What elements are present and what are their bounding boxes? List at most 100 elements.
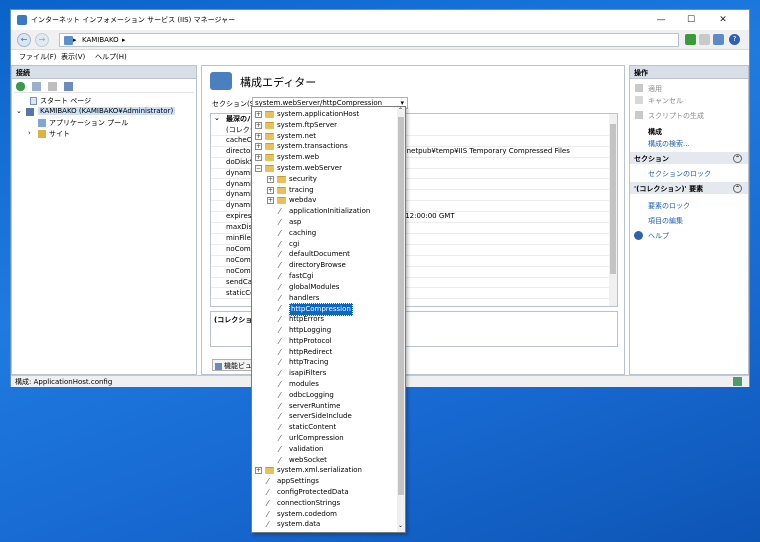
go-icon[interactable] bbox=[685, 34, 696, 45]
collapse-arrow-icon[interactable]: ⌄ bbox=[16, 107, 22, 115]
dropdown-item[interactable]: + system.xml.serialization bbox=[252, 465, 396, 476]
item-label: system.ftpServer bbox=[277, 120, 338, 129]
dropdown-item[interactable]: + security bbox=[252, 174, 396, 185]
grid-scrollbar[interactable] bbox=[609, 114, 617, 306]
dropdown-item[interactable]: ⁄ handlers bbox=[252, 293, 396, 304]
apply-action[interactable]: 適用 bbox=[648, 84, 662, 94]
save-icon[interactable] bbox=[32, 82, 41, 91]
expand-icon[interactable]: + bbox=[255, 111, 262, 118]
dropdown-item[interactable]: ⁄ configProtectedData bbox=[252, 487, 396, 498]
maximize-button[interactable]: ☐ bbox=[679, 13, 703, 27]
dropdown-item[interactable]: ⁄ staticContent bbox=[252, 422, 396, 433]
folder-icon bbox=[265, 165, 274, 172]
scroll-up-icon[interactable]: ⌃ bbox=[398, 107, 403, 114]
forward-button[interactable]: → bbox=[35, 33, 49, 47]
dropdown-item[interactable]: ⁄ serverRuntime bbox=[252, 401, 396, 412]
help-icon[interactable]: ? bbox=[729, 34, 740, 45]
grid-scroll-thumb[interactable] bbox=[610, 124, 616, 274]
dropdown-item[interactable]: ⁄ httpTracing bbox=[252, 357, 396, 368]
script-icon bbox=[635, 111, 643, 119]
up-icon[interactable] bbox=[48, 82, 57, 91]
dropdown-item[interactable]: ⁄ httpRedirect bbox=[252, 347, 396, 358]
dropdown-item[interactable]: ⁄ validation bbox=[252, 444, 396, 455]
breadcrumb-server[interactable]: KAMIBAKO bbox=[82, 36, 119, 44]
dropdown-item[interactable]: ⁄ fastCgi bbox=[252, 271, 396, 282]
expand-icon[interactable]: + bbox=[267, 175, 274, 183]
minimize-button[interactable]: — bbox=[649, 13, 673, 27]
dropdown-item[interactable]: ⁄ caching bbox=[252, 228, 396, 239]
create-connection-icon[interactable] bbox=[16, 82, 25, 91]
dropdown-item[interactable]: ⁄ connectionStrings bbox=[252, 498, 396, 509]
edit-items-link[interactable]: 項目の編集 bbox=[648, 216, 683, 226]
expand-icon[interactable]: + bbox=[255, 121, 262, 129]
lock-element-link[interactable]: 要素のロック bbox=[648, 201, 690, 211]
dropdown-item[interactable]: + system.net bbox=[252, 131, 396, 142]
dropdown-item[interactable]: ⁄ httpLogging bbox=[252, 325, 396, 336]
scroll-down-icon[interactable]: ⌄ bbox=[398, 522, 403, 529]
section-leaf-icon: ⁄ bbox=[279, 272, 281, 281]
dropdown-item[interactable]: ⁄ applicationInitialization bbox=[252, 206, 396, 217]
back-button[interactable]: ← bbox=[17, 33, 31, 47]
dropdown-item[interactable]: ⁄ directoryBrowse bbox=[252, 260, 396, 271]
help-link[interactable]: ヘルプ bbox=[648, 231, 669, 241]
cancel-action[interactable]: キャンセル bbox=[648, 96, 683, 106]
folder-icon bbox=[277, 186, 286, 194]
breadcrumb[interactable]: ▸ KAMIBAKO ▸ bbox=[59, 33, 679, 47]
dropdown-scrollbar[interactable]: ⌃ ⌄ bbox=[397, 107, 405, 532]
menu-file[interactable]: ファイル(F) bbox=[19, 52, 57, 62]
collapse-icon[interactable]: ⌃ bbox=[733, 154, 742, 163]
expand-icon[interactable]: + bbox=[255, 143, 262, 151]
dropdown-item[interactable]: + webdav bbox=[252, 195, 396, 206]
dropdown-item[interactable]: + system.web bbox=[252, 152, 396, 163]
expand-icon[interactable]: + bbox=[267, 186, 274, 194]
stop-icon[interactable] bbox=[699, 34, 710, 45]
dropdown-item[interactable]: ⁄ defaultDocument bbox=[252, 249, 396, 260]
dropdown-item[interactable]: − system.webServer bbox=[252, 163, 396, 174]
section-dropdown-list[interactable]: + system.applicationHost + system.ftpServer… bbox=[251, 106, 406, 533]
expand-icon[interactable]: + bbox=[255, 467, 262, 475]
dropdown-item[interactable]: ⁄ cgi bbox=[252, 239, 396, 250]
dropdown-item[interactable]: + system.transactions bbox=[252, 141, 396, 152]
connect-icon[interactable] bbox=[64, 82, 73, 91]
lock-section-link[interactable]: セクションのロック bbox=[648, 169, 711, 179]
dropdown-item[interactable]: ⁄ httpCompression bbox=[252, 303, 396, 317]
dropdown-item[interactable]: ⁄ system.data bbox=[252, 519, 396, 530]
expand-icon[interactable]: + bbox=[255, 154, 262, 162]
dropdown-item[interactable]: + tracing bbox=[252, 185, 396, 196]
expand-icon[interactable]: + bbox=[255, 132, 262, 140]
dropdown-item[interactable]: ⁄ asp bbox=[252, 217, 396, 228]
folder-icon bbox=[265, 121, 274, 129]
dropdown-item[interactable]: ⁄ odbcLogging bbox=[252, 390, 396, 401]
dropdown-item[interactable]: ⁄ httpErrors bbox=[252, 314, 396, 325]
generate-script-action[interactable]: スクリプトの生成 bbox=[648, 111, 704, 121]
menu-view[interactable]: 表示(V) bbox=[61, 52, 85, 62]
collection-group-head[interactable]: '(コレクション)' 要素 ⌃ bbox=[630, 182, 748, 194]
dropdown-item[interactable]: + system.applicationHost bbox=[252, 109, 396, 120]
collection-group-label: '(コレクション)' 要素 bbox=[634, 185, 704, 193]
dropdown-item[interactable]: ⁄ globalModules bbox=[252, 282, 396, 293]
close-button[interactable]: ✕ bbox=[711, 13, 735, 27]
dropdown-item[interactable]: ⁄ isapiFilters bbox=[252, 368, 396, 379]
dropdown-item[interactable]: ⁄ urlCompression bbox=[252, 433, 396, 444]
menu-help[interactable]: ヘルプ(H) bbox=[95, 52, 127, 62]
dropdown-item[interactable]: ⁄ modules bbox=[252, 379, 396, 390]
collapse-icon[interactable]: ⌄ bbox=[214, 114, 220, 122]
dropdown-item[interactable]: + system.ftpServer bbox=[252, 120, 396, 131]
dropdown-item[interactable]: ⁄ system.codedom bbox=[252, 509, 396, 520]
dropdown-item[interactable]: ⁄ webSocket bbox=[252, 455, 396, 466]
item-label: serverSideInclude bbox=[289, 412, 352, 421]
folder-icon bbox=[265, 143, 274, 151]
refresh-icon[interactable] bbox=[713, 34, 724, 45]
expand-arrow-icon[interactable]: › bbox=[28, 129, 31, 137]
dropdown-scroll-thumb[interactable] bbox=[398, 117, 404, 495]
search-config-link[interactable]: 構成の検索... bbox=[648, 139, 690, 149]
dropdown-item[interactable]: ⁄ appSettings bbox=[252, 476, 396, 487]
collapse-icon[interactable]: ⌃ bbox=[733, 184, 742, 193]
folder-icon bbox=[265, 467, 274, 475]
collapse-icon[interactable]: − bbox=[255, 165, 262, 172]
dropdown-item[interactable]: ⁄ serverSideInclude bbox=[252, 411, 396, 422]
expand-icon[interactable]: + bbox=[267, 197, 274, 205]
item-label: odbcLogging bbox=[289, 390, 334, 399]
dropdown-item[interactable]: ⁄ httpProtocol bbox=[252, 336, 396, 347]
section-group-head[interactable]: セクション ⌃ bbox=[630, 152, 748, 164]
